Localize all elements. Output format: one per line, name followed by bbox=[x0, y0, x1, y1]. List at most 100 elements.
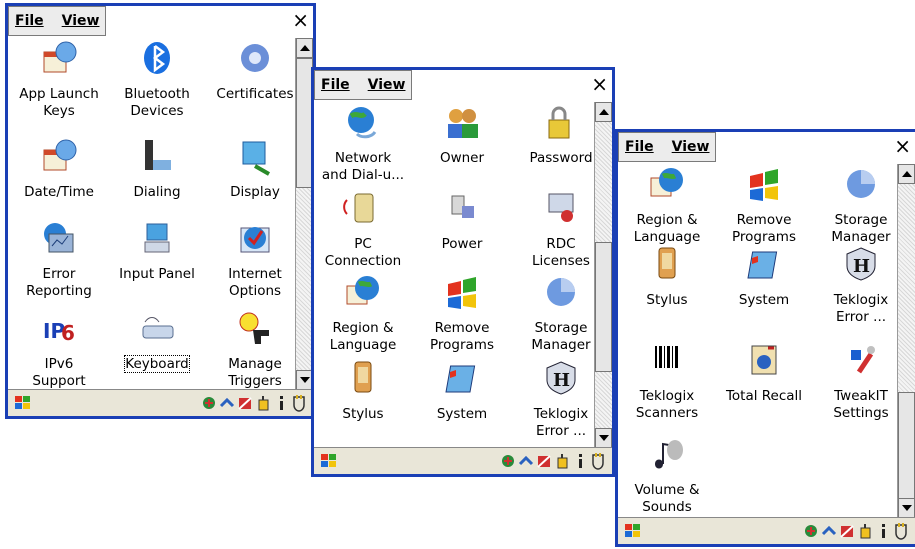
scroll-thumb[interactable] bbox=[595, 242, 612, 372]
applet-volume[interactable]: Volume & Sounds bbox=[618, 434, 716, 516]
applet-manage-triggers[interactable]: Manage Triggers bbox=[206, 308, 295, 390]
applet-region-language[interactable]: Region & Language bbox=[618, 164, 716, 246]
menu-view[interactable]: View bbox=[62, 13, 100, 29]
connection-tray-icon[interactable] bbox=[821, 522, 837, 540]
scroll-up-button[interactable] bbox=[595, 102, 612, 122]
applet-storage-manager[interactable]: Storage Manager bbox=[512, 272, 594, 354]
applet-label: Input Panel bbox=[119, 266, 195, 282]
applet-region-language[interactable]: Region & Language bbox=[314, 272, 412, 354]
applet-label: Dialing bbox=[133, 184, 181, 200]
applet-label: Manage Triggers bbox=[228, 356, 282, 389]
system-tray bbox=[500, 450, 606, 472]
close-button[interactable]: × bbox=[292, 10, 309, 30]
scroll-down-button[interactable] bbox=[898, 498, 915, 518]
applet-rdc-licenses[interactable]: RDC Licenses bbox=[512, 188, 594, 270]
applet-date-time[interactable]: Date/Time bbox=[10, 136, 108, 201]
applet-teklogix-error[interactable]: H Teklogix Error ... bbox=[812, 244, 897, 326]
menu-bar: File View × bbox=[8, 6, 313, 38]
applet-remove-programs[interactable]: Remove Programs bbox=[413, 272, 511, 354]
applet-barcode[interactable]: Teklogix Scanners bbox=[618, 340, 716, 422]
applet-label: Password bbox=[529, 150, 593, 166]
applet-pc-connection[interactable]: PC Connection bbox=[314, 188, 412, 270]
applet-stylus[interactable]: Stylus bbox=[314, 358, 412, 423]
owner-icon bbox=[448, 109, 478, 138]
system-tray bbox=[803, 520, 909, 542]
connection-tray-icon[interactable] bbox=[518, 452, 534, 470]
menu-file[interactable]: File bbox=[321, 77, 350, 93]
applet-password[interactable]: Password bbox=[512, 102, 594, 167]
applet-stylus[interactable]: Stylus bbox=[618, 244, 716, 309]
applet-app-launch-keys[interactable]: App Launch Keys bbox=[10, 38, 108, 120]
applet-label: Teklogix Error ... bbox=[833, 292, 889, 325]
input-tray-icon[interactable] bbox=[255, 394, 271, 412]
menu-group: File View bbox=[314, 70, 413, 100]
app-launch-keys-icon bbox=[43, 41, 77, 73]
info-tray-icon[interactable] bbox=[875, 522, 891, 540]
applet-keyboard[interactable]: Keyboard bbox=[108, 308, 206, 373]
keyboard-icon bbox=[142, 317, 174, 339]
vertical-scrollbar[interactable] bbox=[897, 164, 915, 530]
power-tray-icon[interactable] bbox=[893, 522, 909, 540]
display-icon bbox=[242, 141, 270, 176]
connection-tray-icon[interactable] bbox=[219, 394, 235, 412]
battery-tray-icon[interactable] bbox=[237, 394, 253, 412]
applet-system[interactable]: System bbox=[715, 244, 813, 309]
applet-tweakit[interactable]: TweakIT Settings bbox=[812, 340, 897, 422]
battery-tray-icon[interactable] bbox=[839, 522, 855, 540]
scroll-up-button[interactable] bbox=[296, 38, 313, 58]
applet-label: Remove Programs bbox=[430, 320, 494, 353]
applet-label: Teklogix Scanners bbox=[635, 388, 699, 421]
start-button[interactable] bbox=[12, 393, 34, 413]
scroll-down-button[interactable] bbox=[595, 428, 612, 448]
applet-remove-programs[interactable]: Remove Programs bbox=[715, 164, 813, 246]
battery-tray-icon[interactable] bbox=[536, 452, 552, 470]
input-tray-icon[interactable] bbox=[554, 452, 570, 470]
menu-view[interactable]: View bbox=[672, 139, 710, 155]
network-tray-icon[interactable] bbox=[803, 522, 819, 540]
menu-file[interactable]: File bbox=[15, 13, 44, 29]
close-button[interactable]: × bbox=[591, 74, 608, 94]
region-language-icon bbox=[650, 168, 683, 197]
applet-label: Region & Language bbox=[329, 320, 397, 353]
input-tray-icon[interactable] bbox=[857, 522, 873, 540]
applet-power[interactable]: Power bbox=[413, 188, 511, 253]
applet-label: TweakIT Settings bbox=[833, 388, 889, 421]
applet-label: Date/Time bbox=[24, 184, 94, 200]
region-language-icon bbox=[346, 276, 379, 305]
close-button[interactable]: × bbox=[894, 136, 911, 156]
info-tray-icon[interactable] bbox=[273, 394, 289, 412]
applet-internet-options[interactable]: Internet Options bbox=[206, 218, 295, 300]
applet-ipv6[interactable]: IP 6 IPv6 Support bbox=[10, 308, 108, 390]
network-tray-icon[interactable] bbox=[500, 452, 516, 470]
applet-bluetooth[interactable]: Bluetooth Devices bbox=[108, 38, 206, 120]
date-time-icon bbox=[43, 139, 77, 171]
applet-total-recall[interactable]: Total Recall bbox=[715, 340, 813, 405]
applet-network[interactable]: Network and Dial-u... bbox=[314, 102, 412, 184]
applet-display[interactable]: Display bbox=[206, 136, 295, 201]
menu-bar: File View × bbox=[618, 132, 915, 164]
menu-file[interactable]: File bbox=[625, 139, 654, 155]
applet-storage-manager[interactable]: Storage Manager bbox=[812, 164, 897, 246]
applet-dialing[interactable]: Dialing bbox=[108, 136, 206, 201]
applet-label: App Launch Keys bbox=[19, 86, 99, 119]
rdc-licenses-icon bbox=[548, 193, 574, 222]
applet-owner[interactable]: Owner bbox=[413, 102, 511, 167]
applet-system[interactable]: System bbox=[413, 358, 511, 423]
menu-view[interactable]: View bbox=[368, 77, 406, 93]
network-tray-icon[interactable] bbox=[201, 394, 217, 412]
applet-error-reporting[interactable]: Error Reporting bbox=[10, 218, 108, 300]
stylus-icon bbox=[658, 247, 676, 279]
info-tray-icon[interactable] bbox=[572, 452, 588, 470]
applet-input-panel[interactable]: Input Panel bbox=[108, 218, 206, 283]
start-button[interactable] bbox=[318, 451, 340, 471]
scroll-up-button[interactable] bbox=[898, 164, 915, 184]
applet-certificates[interactable]: Certificates bbox=[206, 38, 295, 103]
vertical-scrollbar[interactable] bbox=[594, 102, 612, 448]
power-tray-icon[interactable] bbox=[291, 394, 307, 412]
applet-label: Storage Manager bbox=[531, 320, 591, 353]
start-button[interactable] bbox=[622, 521, 644, 541]
applet-label: Display bbox=[230, 184, 280, 200]
power-tray-icon[interactable] bbox=[590, 452, 606, 470]
applet-label: IPv6 Support bbox=[32, 356, 86, 389]
applet-teklogix-error[interactable]: H Teklogix Error ... bbox=[512, 358, 594, 440]
